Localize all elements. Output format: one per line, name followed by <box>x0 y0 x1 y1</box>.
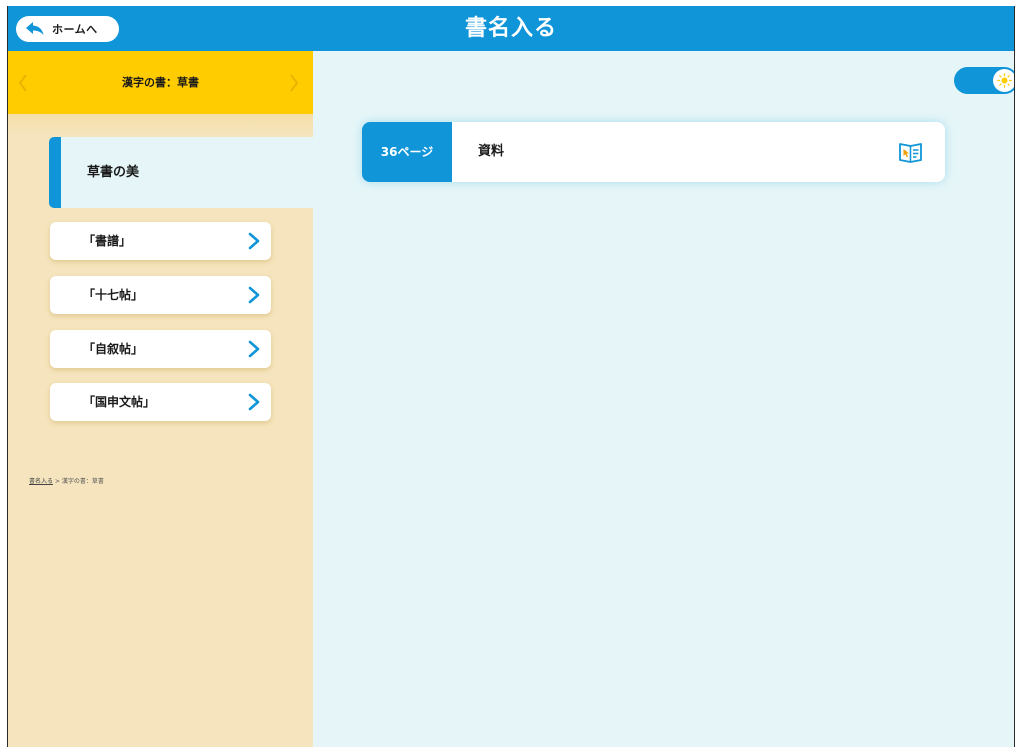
top-header: 書名入る ホームへ <box>8 6 1014 51</box>
sidebar-item-kokushinbunjou[interactable]: 「国申文帖」 <box>50 383 271 421</box>
document-title: 資料 <box>478 144 505 159</box>
home-button[interactable]: ホームへ <box>16 16 119 42</box>
breadcrumb: 書名入る > 漢字の書：草書 <box>29 476 104 485</box>
page-badge: 36ページ <box>362 122 452 182</box>
theme-toggle[interactable] <box>954 67 1014 94</box>
sidebar: 漢字の書：草書 草書の美 「書譜」 「十七帖」 「自叙帖」 「国申文帖」 書名入… <box>8 51 313 747</box>
breadcrumb-current: 漢字の書：草書 <box>61 478 104 485</box>
sidebar-item-label: 「国申文帖」 <box>83 395 156 409</box>
breadcrumb-separator: > <box>53 478 62 485</box>
book-icon[interactable] <box>898 141 923 163</box>
chevron-left-icon[interactable] <box>17 73 29 93</box>
home-button-label: ホームへ <box>52 23 98 36</box>
page-title: 書名入る <box>464 16 557 41</box>
chevron-right-icon <box>247 286 261 304</box>
back-arrow-icon <box>25 21 45 37</box>
sidebar-item-label: 「自叙帖」 <box>83 342 144 356</box>
sidebar-item-juushichijou[interactable]: 「十七帖」 <box>50 276 271 314</box>
chevron-right-icon[interactable] <box>288 73 300 93</box>
chevron-right-icon <box>247 393 261 411</box>
breadcrumb-link[interactable]: 書名入る <box>29 478 53 485</box>
sidebar-item-label: 「十七帖」 <box>83 288 144 302</box>
toggle-knob <box>993 69 1014 92</box>
chapter-title: 漢字の書：草書 <box>122 76 199 89</box>
sun-icon <box>997 73 1012 88</box>
app-frame: 書名入る ホームへ 漢字の書：草書 草書の美 「書譜」 「十七帖」 「自叙帖」 … <box>7 6 1015 747</box>
sidebar-item-label: 「書譜」 <box>83 234 132 248</box>
chevron-right-icon <box>247 340 261 358</box>
chapter-bar: 漢字の書：草書 <box>8 51 313 114</box>
sidebar-section-active[interactable]: 草書の美 <box>49 137 313 208</box>
sidebar-item-shofu[interactable]: 「書譜」 <box>50 222 271 260</box>
sidebar-item-jijojou[interactable]: 「自叙帖」 <box>50 330 271 368</box>
sidebar-section-label: 草書の美 <box>87 165 140 180</box>
sidebar-shade <box>8 114 313 136</box>
document-card[interactable]: 36ページ 資料 <box>362 122 945 182</box>
chevron-right-icon <box>247 232 261 250</box>
